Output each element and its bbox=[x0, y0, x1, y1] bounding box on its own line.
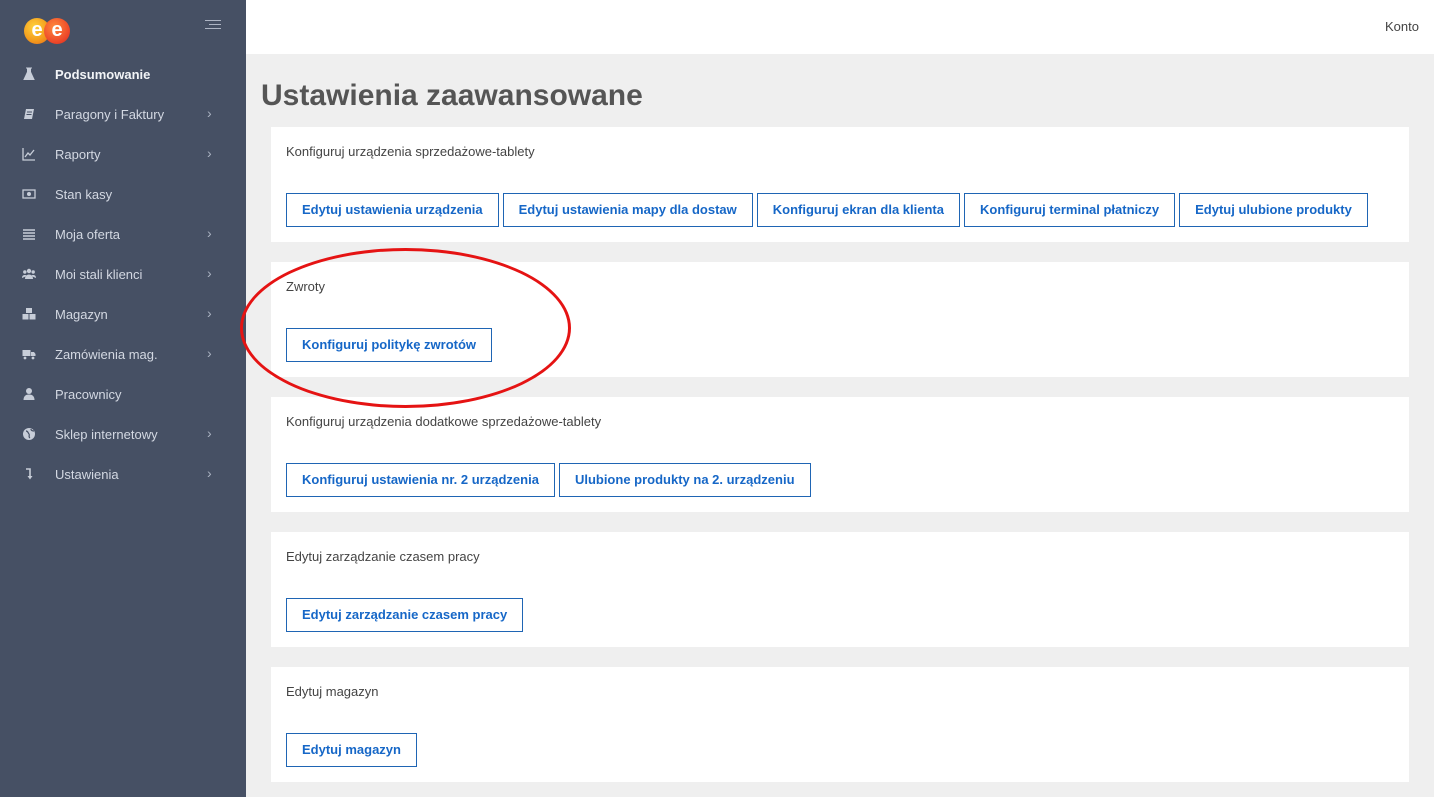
chevron-right-icon: › bbox=[207, 105, 212, 121]
button-row: Konfiguruj politykę zwrotów bbox=[286, 328, 493, 362]
brand-logo[interactable]: e e bbox=[24, 17, 70, 47]
cubes-icon bbox=[22, 308, 36, 320]
button-row: Konfiguruj ustawienia nr. 2 urządzenia U… bbox=[286, 463, 811, 497]
section-returns: Zwroty Konfiguruj politykę zwrotów bbox=[271, 262, 1409, 377]
configure-payment-terminal-button[interactable]: Konfiguruj terminal płatniczy bbox=[963, 193, 1176, 227]
section-title: Konfiguruj urządzenia dodatkowe sprzedaż… bbox=[286, 414, 602, 429]
chevron-right-icon: › bbox=[207, 145, 212, 161]
section-warehouse: Edytuj magazyn Edytuj magazyn bbox=[271, 667, 1409, 782]
sidebar-item-sklep-internetowy[interactable]: Sklep internetowy › bbox=[0, 414, 246, 454]
money-icon bbox=[22, 189, 36, 199]
sidebar-item-label: Magazyn bbox=[55, 307, 108, 322]
page-title: Ustawienia zaawansowane bbox=[261, 79, 643, 112]
sidebar-item-label: Paragony i Faktury bbox=[55, 107, 165, 122]
sidebar-item-label: Stan kasy bbox=[55, 187, 113, 202]
edit-device-settings-button[interactable]: Edytuj ustawienia urządzenia bbox=[286, 193, 499, 227]
button-row: Edytuj magazyn bbox=[286, 733, 417, 767]
device-2-favorite-products-button[interactable]: Ulubione produkty na 2. urządzeniu bbox=[558, 463, 811, 497]
edit-favorite-products-button[interactable]: Edytuj ulubione produkty bbox=[1179, 193, 1368, 227]
sidebar-item-ustawienia[interactable]: Ustawienia › bbox=[0, 454, 246, 494]
chevron-right-icon: › bbox=[207, 305, 212, 321]
button-row: Edytuj zarządzanie czasem pracy bbox=[286, 598, 524, 632]
section-title: Edytuj magazyn bbox=[286, 684, 379, 699]
user-icon bbox=[23, 388, 35, 400]
section-title: Konfiguruj urządzenia sprzedażowe-tablet… bbox=[286, 144, 535, 159]
sidebar-item-label: Podsumowanie bbox=[55, 67, 151, 82]
sidebar-item-magazyn[interactable]: Magazyn › bbox=[0, 294, 246, 334]
book-icon bbox=[24, 109, 34, 119]
sidebar-item-label: Moja oferta bbox=[55, 227, 121, 242]
sidebar-item-raporty[interactable]: Raporty › bbox=[0, 134, 246, 174]
sidebar-item-paragony[interactable]: Paragony i Faktury › bbox=[0, 94, 246, 134]
sidebar-nav: Podsumowanie Paragony i Faktury › Raport… bbox=[0, 54, 246, 494]
section-title: Zwroty bbox=[286, 279, 325, 294]
top-bar: Konto bbox=[246, 0, 1434, 54]
sidebar-item-label: Zamówienia mag. bbox=[55, 347, 158, 362]
section-additional-devices: Konfiguruj urządzenia dodatkowe sprzedaż… bbox=[271, 397, 1409, 512]
sidebar-item-label: Sklep internetowy bbox=[55, 427, 158, 442]
configure-return-policy-button[interactable]: Konfiguruj politykę zwrotów bbox=[286, 328, 493, 362]
edit-warehouse-button[interactable]: Edytuj magazyn bbox=[286, 733, 417, 767]
list-icon bbox=[23, 229, 35, 240]
sidebar-item-stan-kasy[interactable]: Stan kasy bbox=[0, 174, 246, 214]
sidebar-item-label: Ustawienia bbox=[55, 467, 119, 482]
chevron-right-icon: › bbox=[207, 265, 212, 281]
configure-customer-display-button[interactable]: Konfiguruj ekran dla klienta bbox=[756, 193, 960, 227]
edit-work-time-button[interactable]: Edytuj zarządzanie czasem pracy bbox=[286, 598, 524, 632]
sidebar-item-podsumowanie[interactable]: Podsumowanie bbox=[0, 54, 246, 94]
account-link[interactable]: Konto bbox=[1385, 19, 1419, 34]
menu-toggle-icon[interactable] bbox=[205, 20, 221, 32]
edit-delivery-map-settings-button[interactable]: Edytuj ustawienia mapy dla dostaw bbox=[502, 193, 753, 227]
section-work-time: Edytuj zarządzanie czasem pracy Edytuj z… bbox=[271, 532, 1409, 647]
sidebar-item-zamowienia-mag[interactable]: Zamówienia mag. › bbox=[0, 334, 246, 374]
chevron-right-icon: › bbox=[207, 345, 212, 361]
chevron-right-icon: › bbox=[207, 465, 212, 481]
sidebar-item-label: Raporty bbox=[55, 147, 101, 162]
sidebar-item-label: Moi stali klienci bbox=[55, 267, 143, 282]
globe-icon bbox=[23, 428, 35, 440]
section-title: Edytuj zarządzanie czasem pracy bbox=[286, 549, 480, 564]
sidebar-item-label: Pracownicy bbox=[55, 387, 122, 402]
button-row: Edytuj ustawienia urządzenia Edytuj usta… bbox=[286, 193, 1368, 227]
sidebar: e e Podsumowanie Paragony i Faktury › Ra… bbox=[0, 0, 246, 797]
section-sales-devices: Konfiguruj urządzenia sprzedażowe-tablet… bbox=[271, 127, 1409, 242]
logo-letter-2: e bbox=[44, 18, 70, 44]
users-icon bbox=[22, 268, 36, 279]
sidebar-item-pracownicy[interactable]: Pracownicy bbox=[0, 374, 246, 414]
flask-icon bbox=[23, 67, 35, 80]
arrow-down-icon bbox=[26, 468, 33, 480]
line-chart-icon bbox=[22, 148, 35, 161]
chevron-right-icon: › bbox=[207, 225, 212, 241]
chevron-right-icon: › bbox=[207, 425, 212, 441]
sidebar-item-moja-oferta[interactable]: Moja oferta › bbox=[0, 214, 246, 254]
truck-icon bbox=[22, 350, 36, 360]
configure-device-2-settings-button[interactable]: Konfiguruj ustawienia nr. 2 urządzenia bbox=[286, 463, 555, 497]
sidebar-item-moi-stali-klienci[interactable]: Moi stali klienci › bbox=[0, 254, 246, 294]
